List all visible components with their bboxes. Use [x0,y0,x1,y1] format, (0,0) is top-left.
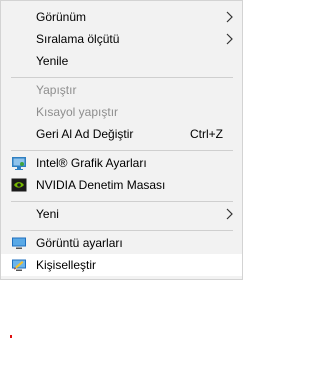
menu-item-label: Sıralama ölçütü [36,32,120,46]
menu-item-intel-graphics[interactable]: Intel® Grafik Ayarları [1,152,242,174]
menu-item-label: Yeni [36,207,59,221]
menu-item-paste: Yapıştır [1,79,242,101]
menu-item-display-settings[interactable]: Görüntü ayarları [1,232,242,254]
menu-item-view[interactable]: Görünüm [1,6,242,28]
menu-item-new[interactable]: Yeni [1,203,242,225]
menu-item-nvidia-control-panel[interactable]: NVIDIA Denetim Masası [1,174,242,196]
menu-item-label: Yapıştır [36,83,77,97]
nvidia-icon [11,178,27,192]
display-settings-icon [12,237,26,249]
menu-item-label: NVIDIA Denetim Masası [36,178,166,192]
menu-item-paste-shortcut: Kısayol yapıştır [1,101,242,123]
menu-item-refresh[interactable]: Yenile [1,50,242,72]
menu-item-undo-rename[interactable]: Geri Al Ad Değiştir Ctrl+Z [1,123,242,145]
cursor-mark [10,335,12,338]
chevron-right-icon [226,33,233,45]
menu-item-label: Görünüm [36,10,87,24]
menu-separator [11,150,233,151]
chevron-right-icon [226,208,233,220]
menu-item-label: Kısayol yapıştır [36,105,119,119]
menu-separator [11,230,233,231]
menu-item-label: Kişiselleştir [36,258,97,272]
menu-item-label: Intel® Grafik Ayarları [36,156,147,170]
menu-item-shortcut: Ctrl+Z [190,127,223,141]
desktop-context-menu: Görünüm Sıralama ölçütü Yenile Yapıştır … [0,0,243,280]
menu-item-label: Görüntü ayarları [36,236,123,250]
menu-item-label: Yenile [36,54,69,68]
menu-item-sort-by[interactable]: Sıralama ölçütü [1,28,242,50]
menu-item-label: Geri Al Ad Değiştir [36,127,134,141]
intel-graphics-icon [12,157,26,170]
personalize-icon [12,259,26,271]
menu-item-personalize[interactable]: Kişiselleştir [1,254,242,276]
menu-separator [11,77,233,78]
menu-separator [11,201,233,202]
chevron-right-icon [226,11,233,23]
